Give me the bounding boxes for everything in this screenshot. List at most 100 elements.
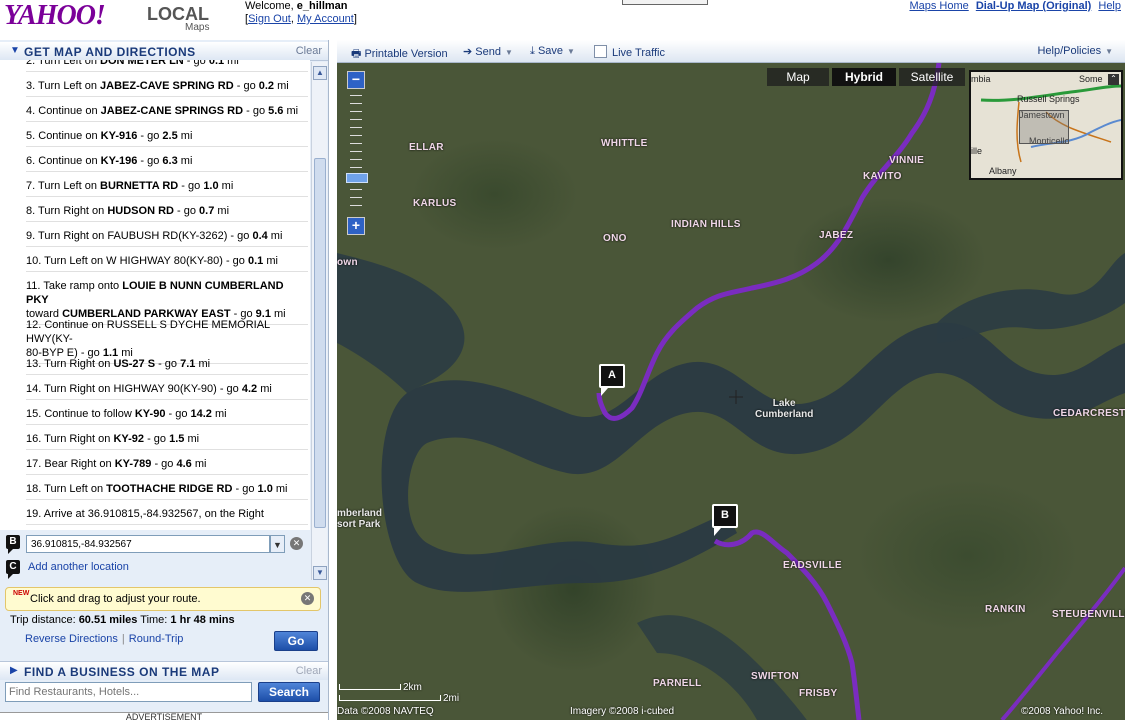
zoom-tick[interactable] <box>350 205 362 206</box>
overview-map[interactable]: mbia Russell Springs Jamestown Monticell… <box>969 70 1123 180</box>
directions-list: 2. Turn Left on DON METER LN - go 0.1 mi… <box>0 60 310 530</box>
step-go: - go <box>232 483 258 495</box>
step-instruction: Bear Right on <box>44 458 115 470</box>
zoom-tick[interactable] <box>350 119 362 120</box>
expand-triangle-icon[interactable]: ▶ <box>10 665 18 676</box>
go-button[interactable]: Go <box>274 631 318 651</box>
save-icon: ⤓ <box>530 45 535 57</box>
location-b-input[interactable] <box>26 535 270 553</box>
map-type-satellite-button[interactable]: Satellite <box>899 68 965 86</box>
location-b-row: B ▼ ✕ <box>6 535 326 557</box>
zoom-tick[interactable] <box>350 189 362 190</box>
map-type-map-button[interactable]: Map <box>767 68 829 86</box>
live-traffic-toggle[interactable]: Live Traffic <box>594 45 665 59</box>
scroll-up-icon[interactable]: ▲ <box>313 66 327 80</box>
find-clear-link[interactable]: Clear <box>296 665 322 677</box>
remove-location-icon[interactable]: ✕ <box>290 537 303 550</box>
dialup-map-link[interactable]: Dial-Up Map (Original) <box>976 0 1092 12</box>
scrollbar-thumb[interactable] <box>314 158 326 528</box>
zoom-slider-thumb[interactable] <box>346 173 368 183</box>
zoom-tick[interactable] <box>350 143 362 144</box>
business-search-input[interactable] <box>5 682 252 702</box>
zoom-out-icon[interactable]: − <box>347 71 365 89</box>
direction-step[interactable]: 13. Turn Right on US-27 S - go 7.1 mi <box>26 357 308 375</box>
direction-step[interactable]: 17. Bear Right on KY-789 - go 4.6 mi <box>26 457 308 475</box>
username: e_hillman <box>296 0 348 12</box>
step-unit: mi <box>257 383 272 395</box>
step-instruction: Turn Left on <box>38 180 101 192</box>
direction-step[interactable]: 14. Turn Right on HIGHWAY 90(KY-90) - go… <box>26 382 308 400</box>
map-type-hybrid-button[interactable]: Hybrid <box>832 68 896 86</box>
step-distance: 5.6 <box>268 105 284 117</box>
zoom-tick[interactable] <box>350 159 362 160</box>
tip-text: Click and drag to adjust your route. <box>30 593 201 605</box>
direction-step[interactable]: 9. Turn Right on FAUBUSH RD(KY-3262) - g… <box>26 229 308 247</box>
find-business-header[interactable]: ▶ FIND A BUSINESS ON THE MAP Clear <box>0 661 328 680</box>
send-arrow-icon: ➔ <box>463 46 473 58</box>
direction-step[interactable]: 18. Turn Left on TOOTHACHE RIDGE RD - go… <box>26 482 308 500</box>
zoom-tick[interactable] <box>350 111 362 112</box>
zoom-tick[interactable] <box>350 95 362 96</box>
step-unit: mi <box>177 155 193 167</box>
zoom-tick[interactable] <box>350 197 362 198</box>
search-button[interactable]: Search <box>258 682 320 702</box>
direction-step[interactable]: 8. Turn Right on HUDSON RD - go 0.7 mi <box>26 204 308 222</box>
zoom-in-icon[interactable]: + <box>347 217 365 235</box>
close-tip-icon[interactable]: ✕ <box>301 592 314 605</box>
printable-version-button[interactable]: 🖶 Printable Version <box>351 45 448 64</box>
help-link[interactable]: Help <box>1098 0 1121 12</box>
lake-label-line-2: Cumberland <box>755 409 814 420</box>
sign-out-link[interactable]: Sign Out <box>248 13 291 25</box>
direction-step[interactable]: 5. Continue on KY-916 - go 2.5 mi <box>26 129 308 147</box>
direction-step[interactable]: 4. Continue on JABEZ-CANE SPRINGS RD - g… <box>26 104 308 122</box>
step-road: KY-92 <box>113 433 145 445</box>
direction-step[interactable]: 2. Turn Left on DON METER LN - go 0.1 mi <box>26 60 308 72</box>
zoom-tick[interactable] <box>350 127 362 128</box>
step-instruction: Turn Left on <box>38 60 101 67</box>
direction-step[interactable]: 3. Turn Left on JABEZ-CAVE SPRING RD - g… <box>26 79 308 97</box>
direction-step[interactable]: 7. Turn Left on BURNETTA RD - go 1.0 mi <box>26 179 308 197</box>
top-links: Maps Home Dial-Up Map (Original) Help <box>905 0 1121 12</box>
step-number: 11. <box>26 280 41 292</box>
location-dropdown-icon[interactable]: ▼ <box>270 535 285 553</box>
zoom-tick[interactable] <box>350 151 362 152</box>
direction-step[interactable]: 16. Turn Right on KY-92 - go 1.5 mi <box>26 432 308 450</box>
step-distance: 0.2 <box>258 80 275 92</box>
direction-step[interactable]: 10. Turn Left on W HIGHWAY 80(KY-80) - g… <box>26 254 308 272</box>
direction-step[interactable]: 19. Arrive at 36.910815,-84.932567, on t… <box>26 507 308 525</box>
zoom-tick[interactable] <box>350 167 362 168</box>
location-b-marker-icon: B <box>6 535 20 554</box>
collapse-triangle-icon[interactable]: ▼ <box>10 45 20 56</box>
save-button[interactable]: ⤓ Save ▼ <box>530 45 575 58</box>
maps-home-link[interactable]: Maps Home <box>909 0 968 12</box>
directions-panel-header[interactable]: ▼ GET MAP AND DIRECTIONS Clear <box>0 42 328 61</box>
search-tab-stub[interactable] <box>622 0 708 5</box>
yahoo-logo[interactable]: YAHOO! <box>4 0 106 32</box>
round-trip-link[interactable]: Round-Trip <box>129 633 184 645</box>
zoom-tick[interactable] <box>350 103 362 104</box>
step-line: 17. Bear Right on KY-789 - go 4.6 mi <box>26 457 308 471</box>
reverse-directions-link[interactable]: Reverse Directions <box>25 633 118 645</box>
step-number: 19. <box>26 508 42 520</box>
directions-clear-link[interactable]: Clear <box>296 45 322 57</box>
live-traffic-checkbox[interactable] <box>594 45 607 58</box>
trip-summary: Trip distance: 60.51 miles Time: 1 hr 48… <box>10 614 235 626</box>
overview-label: ille <box>971 146 983 156</box>
help-policies-button[interactable]: Help/Policies ▼ <box>1037 45 1113 57</box>
route-pin-a[interactable]: A <box>599 364 625 396</box>
step-go: - go <box>144 433 170 445</box>
overview-collapse-icon[interactable]: ⌃ <box>1108 74 1119 85</box>
overview-viewport-box[interactable] <box>1019 110 1069 144</box>
map-canvas[interactable]: Map Hybrid Satellite − + mbia Russell Sp… <box>337 63 1125 720</box>
route-pin-b[interactable]: B <box>712 504 738 536</box>
scroll-down-icon[interactable]: ▼ <box>313 566 327 580</box>
step-road: HIGHWAY 90(KY-90) <box>113 383 217 395</box>
add-location-link[interactable]: Add another location <box>28 561 129 573</box>
step-road: KY-196 <box>100 155 138 167</box>
direction-step[interactable]: 15. Continue to follow KY-90 - go 14.2 m… <box>26 407 308 425</box>
my-account-link[interactable]: My Account <box>297 13 354 25</box>
directions-scrollbar[interactable]: ▲ ▼ <box>311 62 327 580</box>
direction-step[interactable]: 6. Continue on KY-196 - go 6.3 mi <box>26 154 308 172</box>
zoom-tick[interactable] <box>350 135 362 136</box>
send-button[interactable]: ➔ Send ▼ <box>463 45 513 58</box>
